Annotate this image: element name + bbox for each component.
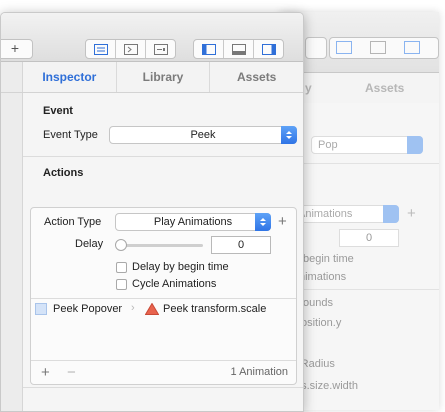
background-event-popup: Pop <box>311 136 423 154</box>
background-toolbar-button <box>305 37 327 59</box>
delay-slider-track[interactable] <box>119 244 203 247</box>
warning-triangle-icon <box>145 303 159 315</box>
chevron-right-icon: › <box>131 302 135 314</box>
cycle-animations-label: Cycle Animations <box>132 278 217 290</box>
background-event-popup-label: Pop <box>318 139 338 151</box>
background-action-popup-label: Animations <box>298 208 353 220</box>
event-section-title: Event <box>43 105 73 117</box>
action-type-popup[interactable]: Play Animations <box>115 213 271 231</box>
actions-section-title: Actions <box>43 167 84 179</box>
toolbar: + <box>1 13 303 62</box>
action-type-value: Play Animations <box>153 216 233 228</box>
delay-by-begin-time-checkbox[interactable] <box>116 262 127 273</box>
inspector-panel: Event Event Type Peek Actions Action Typ… <box>22 93 303 411</box>
inspect-icon <box>153 43 168 55</box>
background-add-icon: + <box>407 205 416 222</box>
background-divider <box>281 289 439 290</box>
delay-field[interactable]: 0 <box>211 236 271 254</box>
background-divider <box>281 163 439 164</box>
editor-inspect-button[interactable] <box>146 40 175 58</box>
action-footer-divider <box>31 360 296 361</box>
tabbar-gutter <box>1 62 23 92</box>
background-text: ds.size.width <box>295 380 358 392</box>
background-tabbar: y Assets <box>281 73 439 104</box>
background-layout-segment <box>329 37 439 59</box>
add-action-icon[interactable]: + <box>278 214 287 229</box>
editor-code-button[interactable] <box>116 40 146 58</box>
editor-standard-button[interactable] <box>86 40 116 58</box>
background-text: nimations <box>299 271 347 283</box>
bottom-divider <box>23 387 303 388</box>
action-type-label: Action Type <box>44 216 102 228</box>
animation-row[interactable]: Peek Popover › Peek transform.scale <box>31 299 296 321</box>
animation-target-label: Peek transform.scale <box>163 303 267 315</box>
code-icon <box>123 43 138 55</box>
animation-source-label: Peek Popover <box>53 303 123 315</box>
action-box: Action Type Play Animations + Delay 0 De… <box>30 207 297 385</box>
panel-toggle-segment <box>193 39 284 59</box>
tab-library[interactable]: Library <box>117 62 211 92</box>
event-type-label: Event Type <box>43 129 98 141</box>
delay-slider-knob[interactable] <box>115 239 127 251</box>
left-panel-icon <box>201 43 216 55</box>
background-action-popup: Animations <box>291 205 399 223</box>
add-button[interactable]: + <box>1 39 33 59</box>
event-type-value: Peek <box>190 129 216 141</box>
right-panel-icon <box>261 43 276 55</box>
layer-icon <box>35 303 47 315</box>
toggle-right-panel-button[interactable] <box>254 40 283 58</box>
background-tab-assets: Assets <box>365 81 405 95</box>
section-divider <box>23 156 303 157</box>
remove-animation-button[interactable]: − <box>67 365 76 380</box>
background-delay-field: 0 <box>339 229 399 247</box>
delay-by-begin-time-label: Delay by begin time <box>132 261 229 273</box>
popup-arrows-icon <box>281 126 297 144</box>
background-text: osition.y <box>301 317 342 329</box>
popup-arrows-icon <box>255 213 271 231</box>
align-text-icon <box>93 43 108 55</box>
animation-count: 1 Animation <box>230 366 288 378</box>
toggle-bottom-panel-button[interactable] <box>224 40 254 58</box>
tab-assets[interactable]: Assets <box>210 62 303 92</box>
cycle-animations-checkbox[interactable] <box>116 279 127 290</box>
background-text: begin time <box>303 253 354 265</box>
toggle-left-panel-button[interactable] <box>194 40 224 58</box>
background-content: Pop Animations + 0 begin time nimations … <box>281 103 439 410</box>
delay-label: Delay <box>75 238 104 250</box>
add-animation-button[interactable]: + <box>41 365 50 380</box>
inspector-window: + Inspector Library Assets Event Event T… <box>0 12 304 412</box>
tab-inspector[interactable]: Inspector <box>23 62 117 92</box>
background-toolbar <box>281 12 439 73</box>
bottom-panel-icon <box>231 43 246 55</box>
background-tab-library: y <box>305 81 312 95</box>
editor-mode-segment <box>85 39 176 59</box>
event-type-popup[interactable]: Peek <box>109 126 297 144</box>
inspector-tabbar: Inspector Library Assets <box>1 62 303 93</box>
background-text: ounds <box>303 297 333 309</box>
